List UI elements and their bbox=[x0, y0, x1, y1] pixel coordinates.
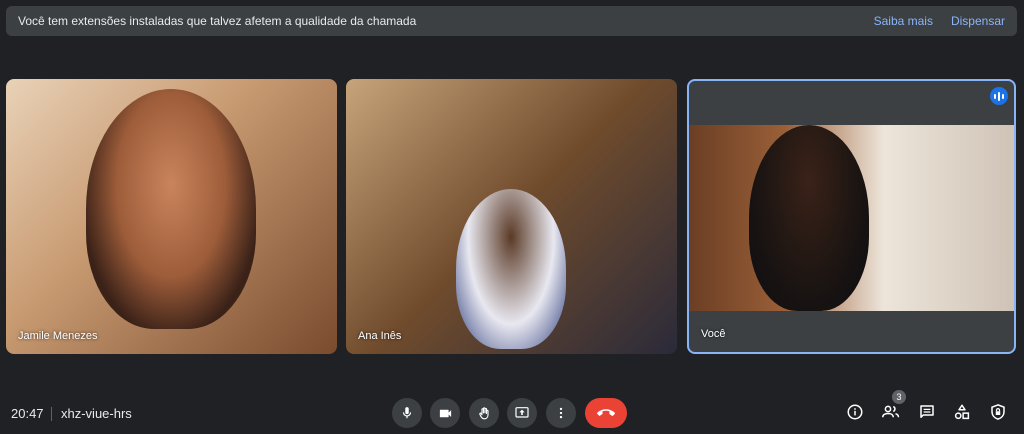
camera-button[interactable] bbox=[430, 398, 460, 428]
participant-name: Ana Inês bbox=[358, 330, 402, 342]
divider bbox=[51, 407, 52, 421]
self-video bbox=[689, 125, 1014, 311]
present-screen-icon bbox=[515, 407, 529, 418]
activities-button[interactable] bbox=[950, 400, 974, 424]
present-screen-button[interactable] bbox=[507, 398, 537, 428]
shield-lock-icon bbox=[991, 404, 1005, 420]
more-options-button[interactable] bbox=[546, 398, 576, 428]
hand-icon bbox=[478, 406, 489, 419]
participant-tile-ana[interactable]: Ana Inês bbox=[346, 79, 677, 354]
hang-up-icon bbox=[597, 409, 615, 416]
dismiss-link[interactable]: Dispensar bbox=[951, 14, 1005, 28]
more-vertical-icon bbox=[559, 407, 563, 419]
people-count-badge: 3 bbox=[892, 390, 906, 404]
people-icon bbox=[882, 405, 900, 418]
current-time: 20:47 bbox=[11, 406, 44, 421]
call-controls-bar: 20:47 xhz-viue-hrs 3 bbox=[0, 390, 1024, 434]
participant-video bbox=[749, 125, 869, 311]
info-icon bbox=[847, 404, 863, 420]
participant-tile-jamile[interactable]: Jamile Menezes bbox=[6, 79, 337, 354]
camera-icon bbox=[439, 409, 451, 417]
participant-video bbox=[86, 89, 256, 329]
participant-name: Jamile Menezes bbox=[18, 330, 98, 342]
microphone-button[interactable] bbox=[392, 398, 422, 428]
extensions-warning-banner: Você tem extensões instaladas que talvez… bbox=[6, 6, 1017, 36]
banner-message: Você tem extensões instaladas que talvez… bbox=[18, 14, 417, 28]
participant-name: Você bbox=[701, 328, 726, 340]
participant-video bbox=[456, 189, 566, 349]
chat-icon bbox=[920, 405, 934, 418]
end-call-button[interactable] bbox=[585, 398, 627, 428]
microphone-icon bbox=[402, 407, 412, 419]
speaking-indicator-icon bbox=[990, 87, 1008, 105]
learn-more-link[interactable]: Saiba mais bbox=[874, 14, 933, 28]
chat-button[interactable] bbox=[915, 400, 939, 424]
activities-icon bbox=[954, 404, 970, 420]
meeting-code: xhz-viue-hrs bbox=[61, 406, 132, 421]
participant-tile-self[interactable]: Você bbox=[687, 79, 1016, 354]
raise-hand-button[interactable] bbox=[469, 398, 499, 428]
meeting-details-button[interactable] bbox=[843, 400, 867, 424]
host-controls-button[interactable] bbox=[986, 400, 1010, 424]
